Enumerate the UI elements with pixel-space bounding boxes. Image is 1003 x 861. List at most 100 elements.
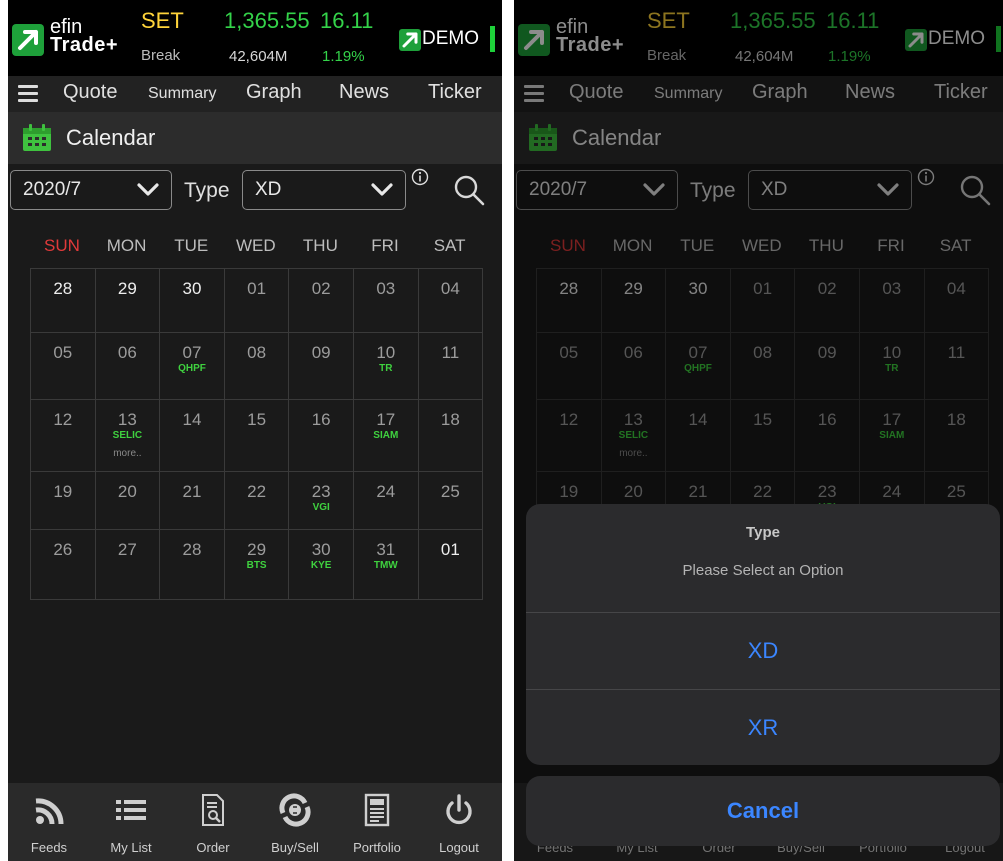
event-symbol[interactable]: KYE — [289, 560, 353, 571]
calendar-day-cell[interactable]: 25 — [417, 471, 484, 530]
search-icon[interactable] — [452, 173, 486, 212]
calendar-day-cell[interactable]: 22 — [223, 471, 290, 530]
chevron-down-icon — [371, 182, 393, 203]
day-number: 09 — [311, 343, 331, 362]
index-value: 1,365.55 — [224, 8, 310, 33]
top-nav: Quote Summary Graph News Ticker — [8, 76, 502, 112]
tab-buy-sell[interactable]: Buy/Sell — [254, 783, 336, 861]
calendar-day-cell[interactable]: 17 SIAM — [353, 399, 419, 472]
calendar-day-cell[interactable]: 02 — [288, 268, 354, 333]
type-label: Type — [184, 179, 230, 202]
nav-summary[interactable]: Summary — [148, 85, 216, 103]
calendar-day-cell[interactable]: 16 — [288, 399, 354, 472]
day-number: 29 — [247, 540, 267, 559]
calendar-day-cell[interactable]: 27 — [94, 529, 161, 600]
calendar-day-cell[interactable]: 29 — [94, 268, 161, 333]
nav-ticker[interactable]: Ticker — [428, 81, 482, 104]
calendar-day-cell[interactable]: 01 — [223, 268, 290, 333]
demo-arrow-icon — [399, 29, 421, 51]
tab-portfolio[interactable]: Portfolio — [336, 783, 418, 861]
calendar-day-cell[interactable]: 31TMW — [353, 529, 419, 600]
picker-message: Please Select an Option — [682, 562, 844, 579]
day-number: 25 — [440, 482, 460, 501]
tab-order[interactable]: Order — [172, 783, 254, 861]
calendar-day-cell[interactable]: 12 — [30, 399, 96, 472]
calendar-day-cell[interactable]: 24 — [353, 471, 419, 530]
tab-label: Buy/Sell — [271, 840, 319, 855]
day-number: 15 — [247, 410, 267, 429]
event-symbol[interactable]: SIAM — [354, 430, 418, 441]
day-number: 24 — [376, 482, 396, 501]
event-symbol[interactable]: QHPF — [160, 363, 224, 374]
calendar-day-cell[interactable]: 08 — [223, 332, 290, 400]
calendar-day-cell[interactable]: 05 — [30, 332, 96, 400]
logo-trade-text: Trade+ — [50, 34, 119, 56]
calendar-day-cell[interactable]: 09 — [288, 332, 354, 400]
event-symbol[interactable]: TR — [354, 363, 418, 374]
calendar-day-cell[interactable]: 20 — [94, 471, 161, 530]
more-events-link[interactable]: more.. — [96, 448, 160, 459]
calendar-icon — [22, 124, 52, 157]
day-number: 21 — [182, 482, 202, 501]
event-symbol[interactable]: TMW — [354, 560, 418, 571]
option-xr[interactable]: XR — [526, 690, 1000, 765]
day-number: 29 — [117, 279, 137, 298]
day-number: 01 — [247, 279, 267, 298]
calendar-day-cell[interactable]: 28 — [30, 268, 96, 333]
calendar-day-cell[interactable]: 06 — [94, 332, 161, 400]
calendar-day-cell[interactable]: 21 — [159, 471, 225, 530]
tab-logout[interactable]: Logout — [418, 783, 500, 861]
day-number: 04 — [440, 279, 460, 298]
calendar-day-cell[interactable]: 18 — [417, 399, 484, 472]
tab-label: Feeds — [30, 840, 68, 855]
day-number: 23 — [311, 482, 331, 501]
day-number: 28 — [182, 540, 202, 559]
calendar-day-cell[interactable]: 29BTS — [223, 529, 290, 600]
calendar-day-cell[interactable]: 23VGI — [288, 471, 354, 530]
calendar-day-cell[interactable]: 28 — [159, 529, 225, 600]
calendar-day-cell[interactable]: 11 — [417, 332, 484, 400]
cancel-button[interactable]: Cancel — [526, 776, 1000, 846]
tab-feeds[interactable]: Feeds — [8, 783, 90, 861]
calendar-day-cell[interactable]: 19 — [30, 471, 96, 530]
list-icon — [115, 793, 147, 827]
weekday-label: TUE — [174, 236, 209, 255]
day-number: 16 — [311, 410, 331, 429]
month-select[interactable]: 2020/7 — [10, 170, 172, 210]
day-number: 28 — [53, 279, 73, 298]
calendar-grid: 28 29 30 01 02 03 04 05 06 07 QHPF 08 09 10 TR 11 12 13 SE… — [30, 268, 484, 600]
tab-label: Portfolio — [353, 840, 401, 855]
tab-my-list[interactable]: My List — [90, 783, 172, 861]
weekday-label: THU — [302, 236, 338, 255]
event-symbol[interactable]: VGI — [289, 502, 353, 513]
day-number: 27 — [117, 540, 137, 559]
tab-label: Logout — [439, 840, 479, 855]
day-number: 31 — [376, 540, 396, 559]
market-name: SET — [141, 8, 184, 33]
event-symbol[interactable]: BTS — [225, 560, 289, 571]
calendar-day-cell[interactable]: 03 — [353, 268, 419, 333]
nav-news[interactable]: News — [339, 81, 389, 104]
type-select[interactable]: XD — [242, 170, 406, 210]
market-status: Break — [141, 47, 181, 64]
calendar-day-cell[interactable]: 14 — [159, 399, 225, 472]
calendar-day-cell[interactable]: 07 QHPF — [159, 332, 225, 400]
calendar-day-cell[interactable]: 13 SELIC more.. — [94, 399, 161, 472]
nav-graph[interactable]: Graph — [246, 81, 302, 104]
bottom-tab-bar: Feeds My List Order Buy/Sell Portfolio L… — [8, 783, 502, 861]
nav-quote[interactable]: Quote — [63, 81, 117, 104]
option-xd[interactable]: XD — [526, 613, 1000, 689]
day-number: 26 — [53, 540, 73, 559]
calendar-day-cell[interactable]: 10 TR — [353, 332, 419, 400]
event-symbol[interactable]: SELIC — [96, 430, 160, 441]
menu-icon[interactable] — [18, 85, 38, 103]
info-icon[interactable] — [411, 168, 429, 191]
day-number: 12 — [53, 410, 73, 429]
calendar-day-cell[interactable]: 01 — [417, 529, 484, 600]
calendar-day-cell[interactable]: 04 — [417, 268, 484, 333]
calendar-day-cell[interactable]: 15 — [223, 399, 290, 472]
demo-mode-label[interactable]: DEMO — [422, 28, 479, 50]
calendar-day-cell[interactable]: 26 — [30, 529, 96, 600]
calendar-day-cell[interactable]: 30 — [159, 268, 225, 333]
calendar-day-cell[interactable]: 30KYE — [288, 529, 354, 600]
